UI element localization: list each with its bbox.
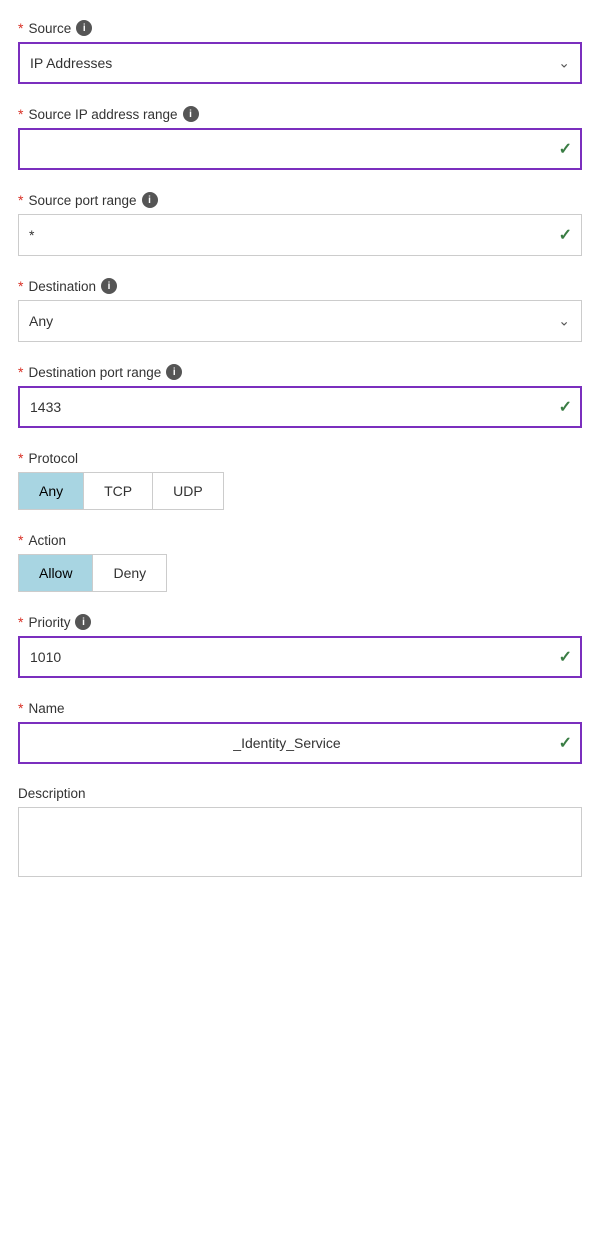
priority-check-icon: ✓ (559, 647, 572, 667)
source-port-range-label: * Source port range i (18, 192, 582, 208)
priority-label-text: Priority (28, 615, 70, 630)
source-info-icon[interactable]: i (76, 20, 92, 36)
protocol-udp-button[interactable]: UDP (153, 473, 223, 509)
destination-port-range-label-text: Destination port range (28, 365, 161, 380)
destination-required-star: * (18, 278, 23, 294)
name-field-group: * Name ✓ (18, 700, 582, 764)
destination-select[interactable]: Any IP Addresses Service Tag Application… (18, 300, 582, 342)
destination-label-text: Destination (28, 279, 96, 294)
priority-input-wrapper: ✓ (18, 636, 582, 678)
source-ip-range-info-icon[interactable]: i (183, 106, 199, 122)
source-required-star: * (18, 20, 23, 36)
source-ip-range-label: * Source IP address range i (18, 106, 582, 122)
source-select-wrapper: IP Addresses Any Service Tag Application… (18, 42, 582, 84)
priority-input[interactable] (18, 636, 582, 678)
source-label-text: Source (28, 21, 71, 36)
description-label-text: Description (18, 786, 86, 801)
source-port-range-label-text: Source port range (28, 193, 136, 208)
name-label-text: Name (28, 701, 64, 716)
destination-port-range-info-icon[interactable]: i (166, 364, 182, 380)
source-select[interactable]: IP Addresses Any Service Tag Application… (18, 42, 582, 84)
protocol-field-group: * Protocol Any TCP UDP (18, 450, 582, 510)
action-label: * Action (18, 532, 582, 548)
description-textarea[interactable] (18, 807, 582, 877)
destination-port-range-check-icon: ✓ (559, 397, 572, 417)
action-deny-button[interactable]: Deny (93, 555, 166, 591)
priority-info-icon[interactable]: i (75, 614, 91, 630)
action-label-text: Action (28, 533, 66, 548)
source-port-range-input[interactable] (18, 214, 582, 256)
action-required-star: * (18, 532, 23, 548)
priority-label: * Priority i (18, 614, 582, 630)
name-required-star: * (18, 700, 23, 716)
description-field-group: Description (18, 786, 582, 880)
source-ip-range-check-icon: ✓ (559, 139, 572, 159)
source-label: * Source i (18, 20, 582, 36)
action-allow-button[interactable]: Allow (19, 555, 93, 591)
source-port-range-field-group: * Source port range i ✓ (18, 192, 582, 256)
source-port-range-info-icon[interactable]: i (142, 192, 158, 208)
action-button-group: Allow Deny (18, 554, 167, 592)
name-check-icon: ✓ (559, 733, 572, 753)
destination-port-range-field-group: * Destination port range i ✓ (18, 364, 582, 428)
name-label: * Name (18, 700, 582, 716)
destination-info-icon[interactable]: i (101, 278, 117, 294)
source-ip-range-input-wrapper: ✓ (18, 128, 582, 170)
source-ip-range-label-text: Source IP address range (28, 107, 177, 122)
source-ip-range-input[interactable] (18, 128, 582, 170)
source-ip-range-field-group: * Source IP address range i ✓ (18, 106, 582, 170)
destination-port-range-required-star: * (18, 364, 23, 380)
destination-port-range-label: * Destination port range i (18, 364, 582, 380)
priority-field-group: * Priority i ✓ (18, 614, 582, 678)
destination-field-group: * Destination i Any IP Addresses Service… (18, 278, 582, 342)
description-label: Description (18, 786, 582, 801)
destination-select-wrapper: Any IP Addresses Service Tag Application… (18, 300, 582, 342)
source-ip-range-required-star: * (18, 106, 23, 122)
protocol-label-text: Protocol (28, 451, 78, 466)
source-field-group: * Source i IP Addresses Any Service Tag … (18, 20, 582, 84)
source-port-range-input-wrapper: ✓ (18, 214, 582, 256)
destination-label: * Destination i (18, 278, 582, 294)
protocol-any-button[interactable]: Any (19, 473, 84, 509)
name-input[interactable] (18, 722, 582, 764)
source-port-range-required-star: * (18, 192, 23, 208)
destination-port-range-input-wrapper: ✓ (18, 386, 582, 428)
name-input-wrapper: ✓ (18, 722, 582, 764)
source-port-range-check-icon: ✓ (559, 225, 572, 245)
protocol-button-group: Any TCP UDP (18, 472, 224, 510)
protocol-tcp-button[interactable]: TCP (84, 473, 153, 509)
action-field-group: * Action Allow Deny (18, 532, 582, 592)
protocol-required-star: * (18, 450, 23, 466)
protocol-label: * Protocol (18, 450, 582, 466)
priority-required-star: * (18, 614, 23, 630)
destination-port-range-input[interactable] (18, 386, 582, 428)
